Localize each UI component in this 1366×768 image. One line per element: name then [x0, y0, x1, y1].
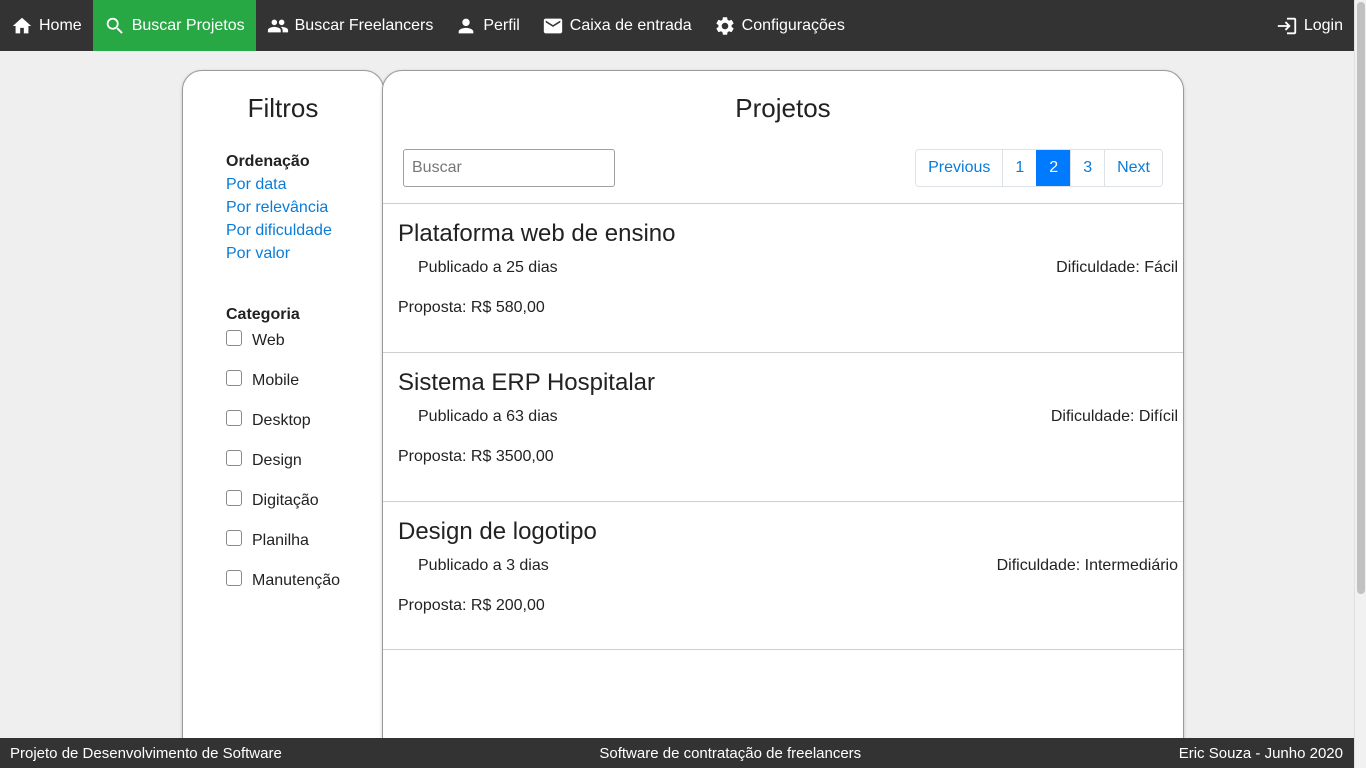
category-design[interactable]: Design	[226, 450, 340, 490]
pagination-previous-button[interactable]: Previous	[916, 150, 1003, 186]
nav-home-label: Home	[39, 16, 82, 34]
category-desktop[interactable]: Desktop	[226, 410, 340, 450]
project-difficulty: Dificuldade: Difícil	[1050, 408, 1178, 425]
nav-login-label: Login	[1303, 16, 1343, 34]
sort-heading: Ordenação	[226, 153, 310, 170]
category-mobile-checkbox[interactable]	[226, 370, 242, 386]
project-difficulty: Dificuldade: Fácil	[1056, 259, 1178, 276]
project-published: Publicado a 25 dias	[418, 259, 558, 276]
pagination: Previous 1 2 3 Next	[915, 149, 1163, 187]
nav-login[interactable]: Login	[1265, 0, 1354, 51]
project-list: Plataforma web de ensino Publicado a 25 …	[383, 203, 1183, 650]
project-published: Publicado a 3 dias	[418, 557, 549, 574]
project-card[interactable]: Sistema ERP Hospitalar Publicado a 63 di…	[383, 352, 1183, 501]
project-title[interactable]: Design de logotipo	[398, 518, 597, 546]
people-icon	[267, 19, 288, 32]
page-footer: Projeto de Desenvolvimento de Software S…	[0, 738, 1354, 768]
nav-buscar-projetos[interactable]: Buscar Projetos	[92, 0, 256, 51]
nav-caixa-de-entrada[interactable]: Caixa de entrada	[531, 0, 703, 51]
person-icon	[459, 18, 474, 33]
pagination-next-button[interactable]: Next	[1104, 150, 1162, 186]
projects-title: Projetos	[735, 93, 831, 123]
sort-by-value-link[interactable]: Por valor	[226, 245, 332, 263]
category-heading: Categoria	[226, 306, 300, 323]
project-proposal: Proposta: R$ 3500,00	[398, 448, 554, 465]
nav-perfil-label: Perfil	[483, 16, 520, 34]
scrollbar-thumb[interactable]	[1357, 2, 1365, 594]
category-mobile-label: Mobile	[252, 372, 300, 389]
login-icon	[1277, 17, 1297, 34]
pagination-page-1[interactable]: 1	[1002, 150, 1037, 186]
category-design-checkbox[interactable]	[226, 450, 242, 466]
category-web-label: Web	[252, 332, 285, 349]
home-icon	[12, 17, 32, 33]
project-proposal: Proposta: R$ 200,00	[398, 597, 545, 614]
projects-panel: Projetos Previous 1 2 3 Next Plataforma …	[382, 70, 1184, 760]
category-manutencao-checkbox[interactable]	[226, 570, 242, 586]
category-web[interactable]: Web	[226, 330, 340, 370]
mail-icon	[543, 18, 562, 33]
nav-configuracoes-label: Configurações	[741, 16, 845, 34]
category-web-checkbox[interactable]	[226, 330, 242, 346]
nav-buscar-projetos-label: Buscar Projetos	[131, 16, 245, 34]
category-desktop-label: Desktop	[252, 412, 311, 429]
category-digitacao[interactable]: Digitação	[226, 490, 340, 530]
project-title[interactable]: Sistema ERP Hospitalar	[398, 369, 655, 397]
category-digitacao-label: Digitação	[252, 492, 319, 509]
category-digitacao-checkbox[interactable]	[226, 490, 242, 506]
category-manutencao[interactable]: Manutenção	[226, 570, 340, 610]
nav-home[interactable]: Home	[0, 0, 93, 51]
nav-caixa-de-entrada-label: Caixa de entrada	[569, 16, 692, 34]
top-navbar: Home Buscar Projetos Buscar Freelancers …	[0, 0, 1354, 51]
project-title[interactable]: Plataforma web de ensino	[398, 220, 676, 248]
project-proposal: Proposta: R$ 580,00	[398, 299, 545, 316]
filters-title: Filtros	[247, 93, 319, 123]
sort-by-difficulty-link[interactable]: Por dificuldade	[226, 222, 332, 240]
nav-configuracoes[interactable]: Configurações	[703, 0, 856, 51]
sort-by-date-link[interactable]: Por data	[226, 176, 332, 194]
category-design-label: Design	[252, 452, 302, 469]
project-card[interactable]: Design de logotipo Publicado a 3 dias Di…	[383, 501, 1183, 650]
project-difficulty: Dificuldade: Intermediário	[996, 557, 1178, 574]
gear-icon	[716, 16, 734, 35]
category-mobile[interactable]: Mobile	[226, 370, 340, 410]
pagination-page-3[interactable]: 3	[1070, 150, 1105, 186]
footer-left-text: Projeto de Desenvolvimento de Software	[10, 744, 282, 762]
filters-panel: Filtros Ordenação Por data Por relevânci…	[182, 70, 384, 760]
category-planilha-label: Planilha	[252, 532, 309, 549]
search-icon	[106, 17, 123, 34]
category-planilha[interactable]: Planilha	[226, 530, 340, 570]
category-desktop-checkbox[interactable]	[226, 410, 242, 426]
project-card[interactable]: Plataforma web de ensino Publicado a 25 …	[383, 203, 1183, 352]
footer-right-text: Eric Souza - Junho 2020	[1178, 744, 1343, 762]
category-manutencao-label: Manutenção	[252, 572, 341, 589]
category-planilha-checkbox[interactable]	[226, 530, 242, 546]
project-published: Publicado a 63 dias	[418, 408, 558, 425]
category-section: Categoria Web Mobile Desktop Design Digi…	[226, 306, 340, 610]
page-scrollbar[interactable]	[1354, 0, 1366, 768]
sort-section: Ordenação Por data Por relevância Por di…	[226, 153, 332, 263]
pagination-page-2[interactable]: 2	[1036, 150, 1071, 186]
footer-center-text: Software de contratação de freelancers	[599, 744, 862, 762]
search-input[interactable]	[403, 149, 615, 187]
nav-buscar-freelancers-label: Buscar Freelancers	[294, 16, 434, 34]
nav-buscar-freelancers[interactable]: Buscar Freelancers	[256, 0, 445, 51]
nav-perfil[interactable]: Perfil	[444, 0, 530, 51]
sort-by-relevance-link[interactable]: Por relevância	[226, 199, 332, 217]
